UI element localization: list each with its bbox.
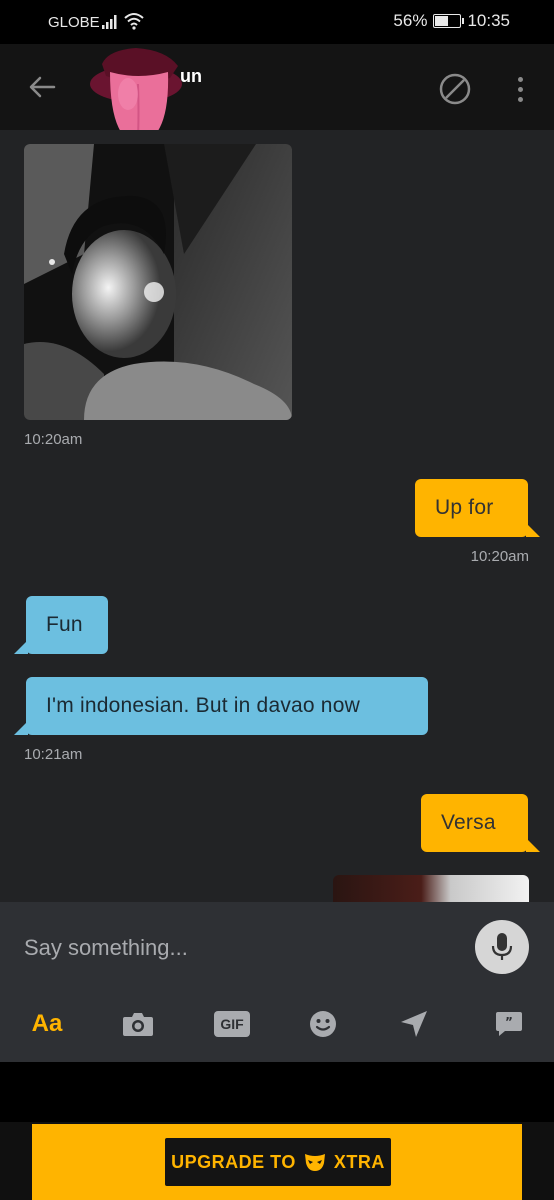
battery-icon xyxy=(433,14,465,28)
carrier-label: GLOBE xyxy=(48,14,100,31)
message-text: Versa xyxy=(441,811,496,834)
chat-header: un xyxy=(0,44,554,144)
wifi-icon xyxy=(124,13,144,30)
received-photo[interactable] xyxy=(24,144,292,420)
message-input[interactable] xyxy=(24,930,444,966)
battery-percent: 56% xyxy=(393,11,428,30)
location-icon xyxy=(401,1011,427,1037)
chat-thread[interactable]: 10:20am Up for 10:20am Fun I'm indonesia… xyxy=(0,130,554,902)
emoji-icon xyxy=(310,1011,336,1037)
clock: 10:35 xyxy=(467,11,510,30)
message-text: Fun xyxy=(46,613,83,636)
block-icon[interactable] xyxy=(437,71,473,107)
saved-phrases-icon: ” xyxy=(496,1012,522,1036)
status-right: 56% 10:35 xyxy=(393,11,510,31)
profile-name[interactable]: un xyxy=(180,66,202,87)
microphone-button[interactable] xyxy=(475,920,529,974)
microphone-icon xyxy=(491,933,513,960)
gif-label: GIF xyxy=(214,1011,250,1037)
status-bar: GLOBE 56% 10:35 xyxy=(0,0,554,44)
back-arrow-icon xyxy=(29,76,56,98)
gif-button[interactable]: GIF xyxy=(213,1004,251,1044)
message-text: Up for xyxy=(435,496,494,519)
emoji-button[interactable] xyxy=(308,1004,338,1044)
message-text: I'm indonesian. But in davao now xyxy=(46,694,360,717)
sent-photo[interactable] xyxy=(333,875,529,902)
spacer xyxy=(0,1062,554,1122)
received-message-bubble[interactable]: I'm indonesian. But in davao now xyxy=(14,677,428,735)
upgrade-label: UPGRADE TO xyxy=(171,1151,296,1172)
message-time: 10:21am xyxy=(24,746,83,763)
upgrade-xtra-button[interactable]: UPGRADE TO XTRA xyxy=(165,1138,391,1186)
message-composer: Aa GIF ” xyxy=(0,902,554,1062)
sent-message-bubble[interactable]: Up for xyxy=(415,479,540,537)
text-format-button[interactable]: Aa xyxy=(30,1004,64,1044)
back-button[interactable] xyxy=(22,69,62,105)
saved-phrases-button[interactable]: ” xyxy=(494,1004,524,1044)
received-message-bubble[interactable]: Fun xyxy=(14,596,108,654)
camera-button[interactable] xyxy=(120,1004,156,1044)
mask-icon xyxy=(304,1154,325,1171)
signal-icon xyxy=(102,15,117,29)
text-format-label: Aa xyxy=(31,1010,63,1037)
more-options-icon[interactable] xyxy=(506,71,534,107)
message-time: 10:20am xyxy=(24,431,83,448)
svg-text:”: ” xyxy=(505,1015,513,1029)
camera-icon xyxy=(123,1013,153,1036)
xtra-label: XTRA xyxy=(333,1151,385,1172)
message-time: 10:20am xyxy=(470,548,529,565)
sent-message-bubble[interactable]: Versa xyxy=(421,794,540,852)
location-button[interactable] xyxy=(399,1004,429,1044)
